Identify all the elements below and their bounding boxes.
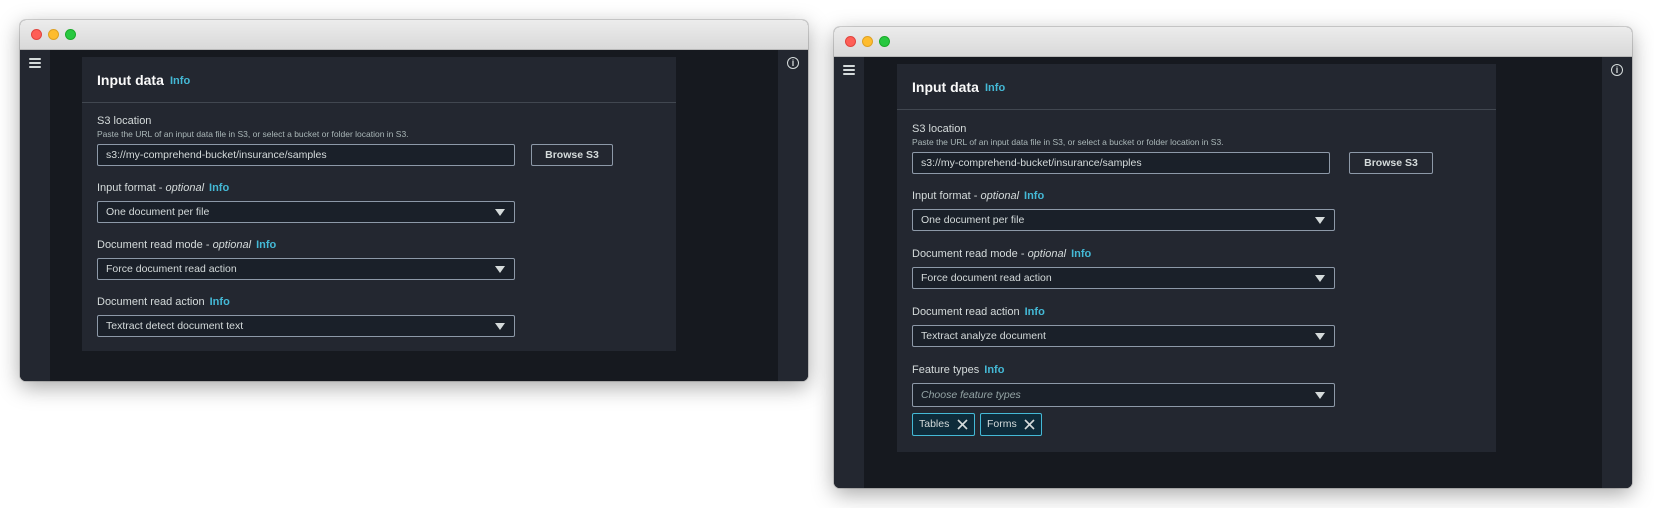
read-mode-info-link[interactable]: Info	[256, 239, 276, 251]
input-format-label-text: Input format -	[912, 190, 981, 202]
input-format-select[interactable]: One document per file	[97, 201, 515, 223]
read-action-value: Textract detect document text	[106, 320, 244, 332]
optional-tag: optional	[980, 190, 1020, 202]
read-mode-label: Document read mode - optional Info	[97, 239, 276, 251]
panel-title: Input data	[97, 72, 164, 88]
feature-types-info-link[interactable]: Info	[984, 364, 1004, 376]
close-window-button[interactable]	[31, 29, 42, 40]
right-window: i Input data Info S3 location Paste the …	[834, 27, 1632, 488]
s3-location-input[interactable]: s3://my-comprehend-bucket/insurance/samp…	[97, 144, 515, 166]
left-window: i Input data Info S3 location Paste the …	[20, 20, 808, 381]
tools-rail: i	[778, 50, 808, 381]
browse-s3-button[interactable]: Browse S3	[531, 144, 613, 166]
side-navigation-rail	[20, 50, 50, 381]
window-titlebar	[20, 20, 808, 50]
read-mode-select[interactable]: Force document read action	[97, 258, 515, 280]
window-titlebar	[834, 27, 1632, 57]
optional-tag: optional	[212, 239, 252, 251]
feature-token-tables: Tables	[912, 413, 975, 436]
dismiss-icon[interactable]	[1024, 419, 1035, 430]
input-format-info-link[interactable]: Info	[1024, 190, 1044, 202]
caret-down-icon	[1315, 275, 1325, 282]
input-format-select[interactable]: One document per file	[912, 209, 1335, 231]
dismiss-icon[interactable]	[957, 419, 968, 430]
read-action-value: Textract analyze document	[921, 330, 1046, 342]
read-mode-label: Document read mode - optional Info	[912, 248, 1091, 260]
input-format-value: One document per file	[921, 214, 1025, 226]
caret-down-icon	[1315, 217, 1325, 224]
s3-location-label: S3 location	[97, 115, 152, 127]
info-circle-icon[interactable]: i	[787, 57, 799, 69]
panel-header: Input data Info	[897, 64, 1496, 110]
read-action-info-link[interactable]: Info	[210, 296, 230, 308]
zoom-window-button[interactable]	[879, 36, 890, 47]
read-mode-info-link[interactable]: Info	[1071, 248, 1091, 260]
read-action-label-text: Document read action	[912, 306, 1020, 318]
input-format-label: Input format - optional Info	[912, 190, 1044, 202]
read-mode-value: Force document read action	[921, 272, 1052, 284]
read-action-label-text: Document read action	[97, 296, 205, 308]
caret-down-icon	[495, 266, 505, 273]
feature-token-forms: Forms	[980, 413, 1042, 436]
minimize-window-button[interactable]	[862, 36, 873, 47]
s3-location-description: Paste the URL of an input data file in S…	[97, 129, 409, 139]
tools-rail: i	[1602, 57, 1632, 488]
input-format-value: One document per file	[106, 206, 210, 218]
token-label: Tables	[919, 418, 950, 430]
read-mode-label-text: Document read mode -	[912, 248, 1028, 260]
optional-tag: optional	[1027, 248, 1067, 260]
read-mode-select[interactable]: Force document read action	[912, 267, 1335, 289]
panel-title: Input data	[912, 79, 979, 95]
feature-types-multiselect[interactable]: Choose feature types	[912, 383, 1335, 407]
panel-info-link[interactable]: Info	[170, 75, 190, 87]
console-app: i Input data Info S3 location Paste the …	[834, 57, 1632, 488]
feature-types-placeholder: Choose feature types	[921, 389, 1021, 401]
caret-down-icon	[495, 323, 505, 330]
feature-types-label-text: Feature types	[912, 364, 980, 376]
minimize-window-button[interactable]	[48, 29, 59, 40]
input-format-info-link[interactable]: Info	[209, 182, 229, 194]
info-circle-icon[interactable]: i	[1611, 64, 1623, 76]
browse-s3-button[interactable]: Browse S3	[1349, 152, 1433, 174]
optional-tag: optional	[165, 182, 205, 194]
zoom-window-button[interactable]	[65, 29, 76, 40]
s3-location-description: Paste the URL of an input data file in S…	[912, 137, 1224, 147]
token-label: Forms	[987, 418, 1017, 430]
read-action-select[interactable]: Textract detect document text	[97, 315, 515, 337]
input-format-label: Input format - optional Info	[97, 182, 229, 194]
read-action-label: Document read action Info	[912, 306, 1045, 318]
panel-header: Input data Info	[82, 57, 676, 103]
close-window-button[interactable]	[845, 36, 856, 47]
input-data-panel: Input data Info S3 location Paste the UR…	[897, 64, 1496, 452]
caret-down-icon	[495, 209, 505, 216]
read-mode-label-text: Document read mode -	[97, 239, 213, 251]
read-action-label: Document read action Info	[97, 296, 230, 308]
side-navigation-rail	[834, 57, 864, 488]
caret-down-icon	[1315, 333, 1325, 340]
s3-location-label: S3 location	[912, 123, 967, 135]
input-format-label-text: Input format -	[97, 182, 166, 194]
hamburger-menu-icon[interactable]	[29, 58, 41, 68]
caret-down-icon	[1315, 392, 1325, 399]
input-data-panel: Input data Info S3 location Paste the UR…	[82, 57, 676, 351]
console-app: i Input data Info S3 location Paste the …	[20, 50, 808, 381]
read-action-info-link[interactable]: Info	[1025, 306, 1045, 318]
read-action-select[interactable]: Textract analyze document	[912, 325, 1335, 347]
hamburger-menu-icon[interactable]	[843, 65, 855, 75]
panel-info-link[interactable]: Info	[985, 82, 1005, 94]
feature-types-label: Feature types Info	[912, 364, 1004, 376]
read-mode-value: Force document read action	[106, 263, 237, 275]
s3-location-input[interactable]: s3://my-comprehend-bucket/insurance/samp…	[912, 152, 1330, 174]
